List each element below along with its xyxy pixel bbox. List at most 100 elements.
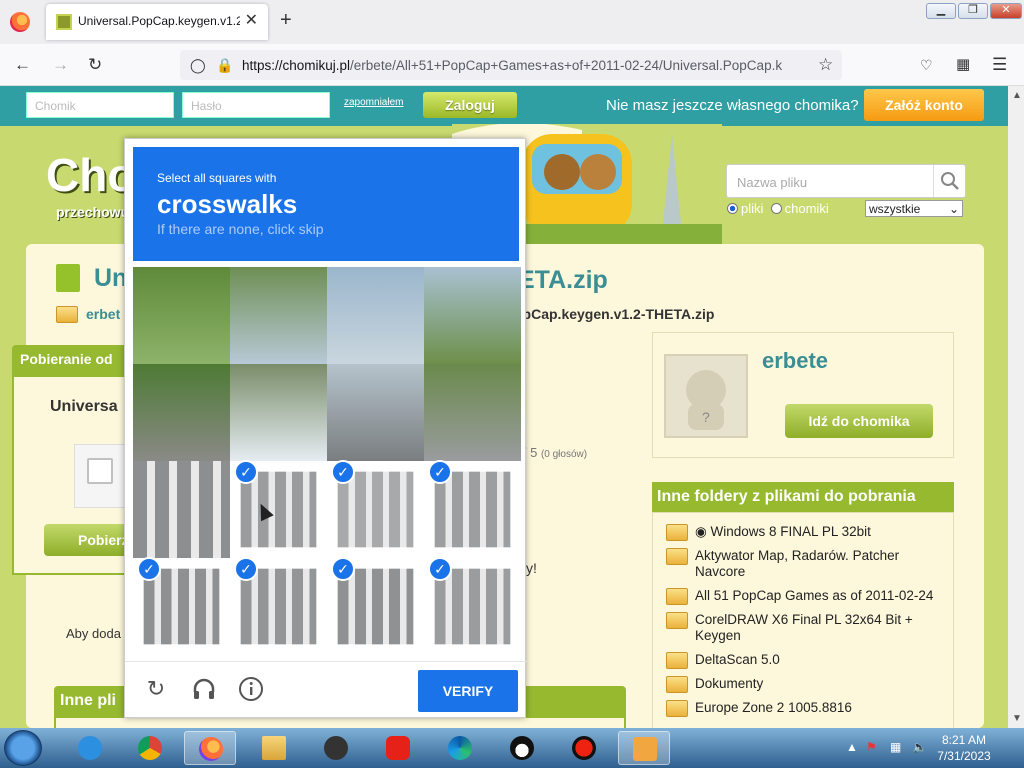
folder-link[interactable]: All 51 PopCap Games as of 2011-02-24 <box>695 588 945 604</box>
captcha-tile[interactable] <box>230 267 327 364</box>
captcha-tile[interactable] <box>424 267 521 364</box>
back-arrow-icon[interactable]: ← <box>14 55 31 75</box>
volume-icon[interactable]: 🔈 <box>912 740 927 754</box>
page-scrollbar[interactable]: ▲ ▼ <box>1008 86 1024 728</box>
taskbar-app-5[interactable] <box>310 731 362 765</box>
info-text: y! <box>526 560 537 576</box>
captcha-tile[interactable] <box>133 267 230 364</box>
folder-link[interactable]: Dokumenty <box>695 676 945 692</box>
clock[interactable]: 8:21 AM 7/31/2023 <box>934 732 994 764</box>
taskbar-explorer[interactable] <box>248 731 300 765</box>
taskbar-linux[interactable] <box>496 731 548 765</box>
flag-icon[interactable]: ⚑ <box>866 740 877 754</box>
radio-chomiki[interactable] <box>770 203 782 214</box>
scroll-down-icon[interactable]: ▼ <box>1012 713 1022 724</box>
reload-icon[interactable]: ↻ <box>143 676 169 702</box>
folder-link[interactable]: ◉ Windows 8 FINAL PL 32bit <box>695 524 945 540</box>
captcha-tile[interactable] <box>230 364 327 461</box>
folder-link[interactable]: DeltaScan 5.0 <box>695 652 945 668</box>
captcha-tile[interactable] <box>337 568 414 645</box>
captcha-tile[interactable] <box>327 364 424 461</box>
check-icon: ✓ <box>428 460 452 484</box>
folder-link[interactable]: Aktywator Map, Radarów. Patcher Navcore <box>695 548 945 580</box>
user-name[interactable]: erbete <box>762 348 828 374</box>
login-button[interactable]: Zaloguj <box>423 92 517 118</box>
captcha-tile[interactable] <box>240 471 317 548</box>
firefox-icon[interactable] <box>10 12 30 32</box>
folder-icon <box>666 524 688 541</box>
browser-tab-bar: Universal.PopCap.keygen.v1.2-THETA.zip ✕… <box>0 0 1024 44</box>
tab-close-icon[interactable]: ✕ <box>245 12 258 30</box>
new-tab-button[interactable]: + <box>280 10 292 30</box>
captcha-footer: ↻ VERIFY <box>125 661 527 719</box>
forgot-password-link[interactable]: zapomniałem <box>344 97 403 108</box>
filter-select[interactable]: wszystkie ⌄ <box>865 200 963 217</box>
tab-favicon-icon <box>56 14 72 30</box>
captcha-tile[interactable] <box>337 471 414 548</box>
menu-icon[interactable]: ☰ <box>992 55 1007 75</box>
lock-icon[interactable]: 🔒 <box>216 55 233 75</box>
shield-icon[interactable]: ◯ <box>190 55 206 75</box>
create-account-button[interactable]: Załóż konto <box>864 89 984 121</box>
verify-button[interactable]: VERIFY <box>418 670 518 712</box>
password-input[interactable]: Hasło <box>182 92 330 118</box>
search-box[interactable]: Nazwa pliku <box>726 164 966 198</box>
taskbar-firefox[interactable] <box>184 731 236 765</box>
captcha-tile[interactable] <box>424 364 521 461</box>
url-path: /erbete/All+51+PopCap+Games+as+of+2011-0… <box>350 58 783 73</box>
url-bar[interactable]: ◯ 🔒 https://chomikuj.pl/erbete/All+51+Po… <box>180 50 842 80</box>
media-player-icon <box>633 737 657 761</box>
filter-select-value: wszystkie <box>869 202 921 216</box>
forward-arrow-icon[interactable]: → <box>52 55 69 75</box>
audio-icon[interactable] <box>191 676 217 702</box>
pocket-icon[interactable]: ♡ <box>920 55 933 75</box>
search-icon[interactable] <box>933 165 965 197</box>
clock-date: 7/31/2023 <box>937 749 991 763</box>
taskbar: ▲ ⚑ ▦ 🔈 8:21 AM 7/31/2023 <box>0 728 1024 768</box>
info-icon[interactable] <box>238 676 264 702</box>
close-window-button[interactable]: ✕ <box>990 3 1022 19</box>
bookmark-star-icon[interactable]: ☆ <box>818 55 833 75</box>
captcha-tile[interactable] <box>434 471 511 548</box>
taskbar-media[interactable] <box>618 731 670 765</box>
minimize-button[interactable]: ▁ <box>926 3 956 19</box>
captcha-tile[interactable] <box>434 568 511 645</box>
tray-arrow-icon[interactable]: ▲ <box>846 740 858 754</box>
captcha-tile[interactable] <box>133 364 230 461</box>
start-button[interactable] <box>4 730 42 766</box>
rating-votes: (0 głosów) <box>540 449 588 460</box>
other-folders-header: Inne foldery z plikami do pobrania <box>652 482 954 512</box>
tux-icon <box>510 736 534 760</box>
taskbar-ie[interactable] <box>64 731 116 765</box>
scroll-up-icon[interactable]: ▲ <box>1012 90 1022 101</box>
login-input[interactable]: Chomik <box>26 92 174 118</box>
taskbar-recorder[interactable] <box>558 731 610 765</box>
maximize-button[interactable]: ❐ <box>958 3 988 19</box>
check-icon: ✓ <box>234 460 258 484</box>
captcha-checkbox[interactable] <box>87 458 113 484</box>
browser-tab[interactable]: Universal.PopCap.keygen.v1.2-THETA.zip ✕ <box>46 4 268 40</box>
url-text[interactable]: https://chomikuj.pl/erbete/All+51+PopCap… <box>242 58 802 73</box>
folder-icon <box>666 676 688 693</box>
folder-link[interactable]: CorelDRAW X6 Final PL 32x64 Bit + Keygen <box>695 612 945 644</box>
captcha-tile[interactable] <box>143 568 220 645</box>
reload-icon[interactable]: ↻ <box>88 55 102 75</box>
taskbar-edge[interactable] <box>434 731 486 765</box>
clock-time: 8:21 AM <box>941 733 987 747</box>
taskbar-youtube[interactable] <box>372 731 424 765</box>
site-logo[interactable]: Cho <box>46 148 135 202</box>
check-icon: ✓ <box>331 460 355 484</box>
breadcrumb-user[interactable]: erbet <box>86 306 120 322</box>
network-icon[interactable]: ▦ <box>890 740 901 754</box>
folder-icon <box>262 736 286 760</box>
captcha-tile[interactable] <box>327 267 424 364</box>
extensions-icon[interactable]: ▦ <box>956 55 970 75</box>
taskbar-chrome[interactable] <box>124 731 176 765</box>
folder-link[interactable]: Europe Zone 2 1005.8816 <box>695 700 945 716</box>
search-type-radios: pliki chomiki <box>727 201 829 216</box>
captcha-tile[interactable] <box>133 461 230 558</box>
captcha-tile[interactable] <box>240 568 317 645</box>
avatar[interactable]: ? <box>664 354 748 438</box>
goto-chomik-button[interactable]: Idź do chomika <box>785 404 933 438</box>
radio-files[interactable] <box>727 203 738 214</box>
